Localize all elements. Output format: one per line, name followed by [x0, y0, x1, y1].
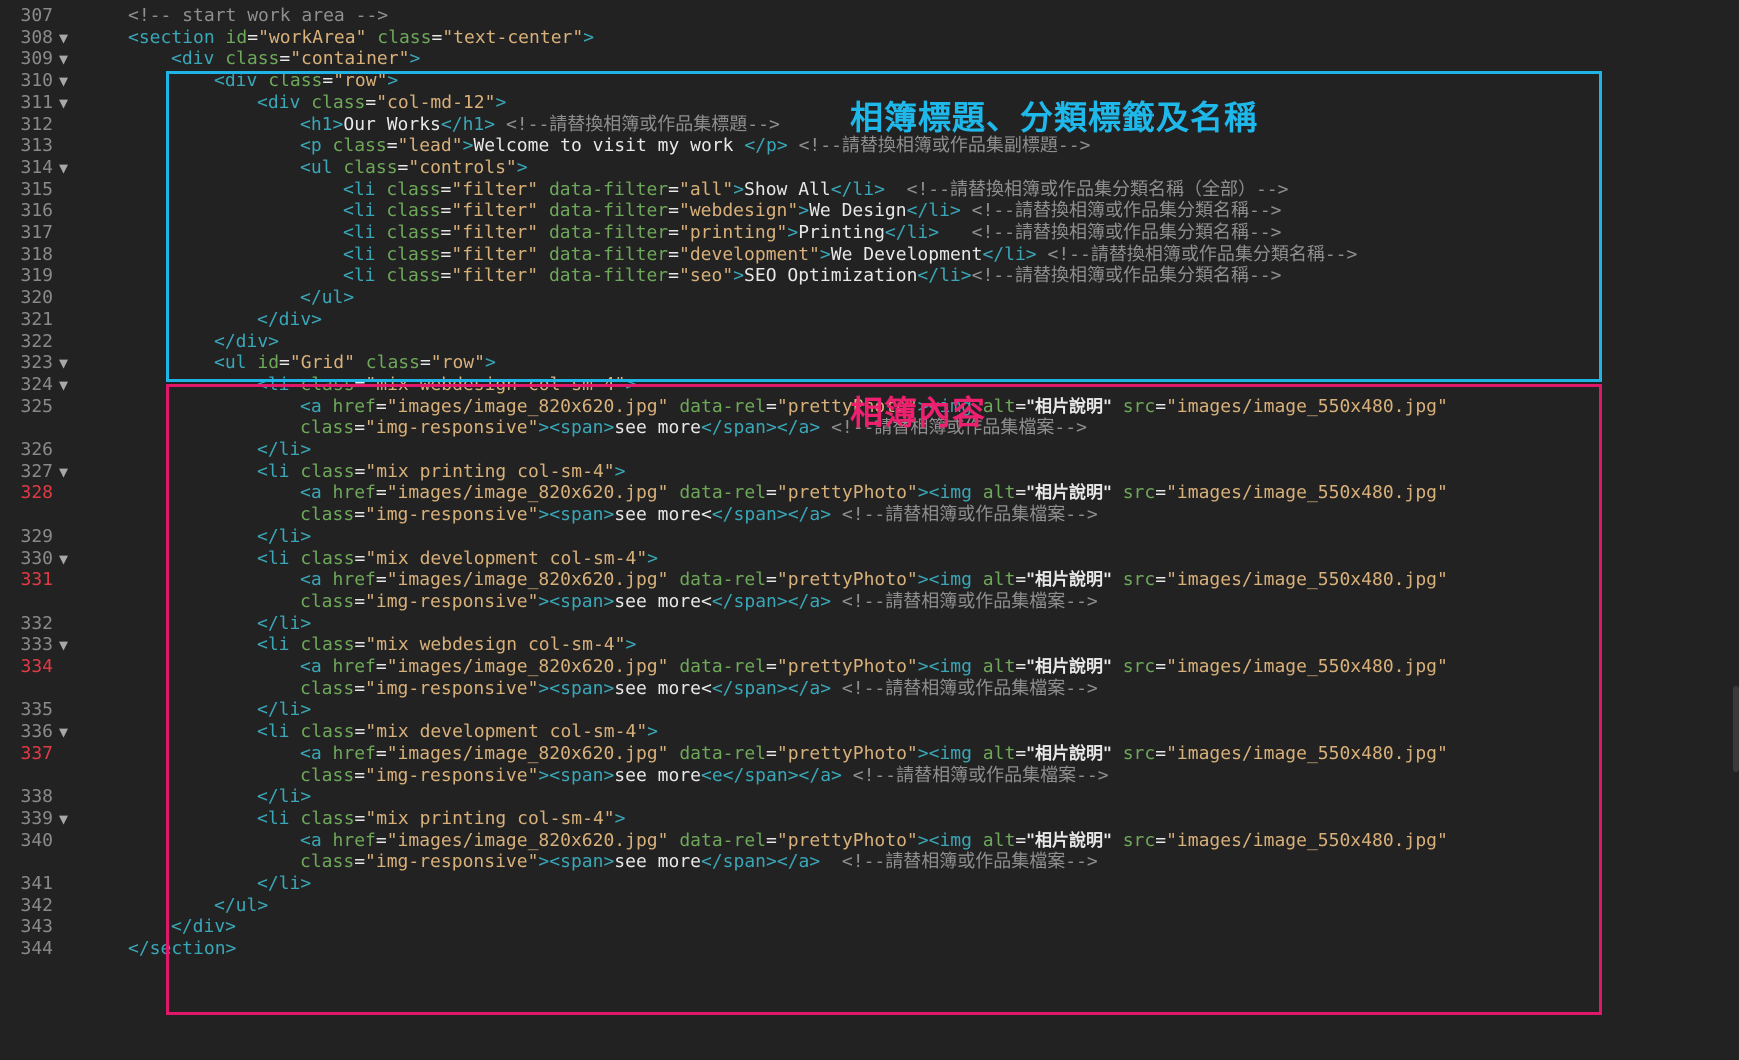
content-section-highlight-box — [166, 384, 1602, 1015]
code-text: <section id="workArea" class="text-cente… — [128, 26, 594, 50]
code-text: <!-- start work area --> — [128, 4, 388, 28]
code-token: = — [247, 26, 259, 48]
line-number: 336 — [20, 721, 53, 743]
line-number: 319 — [20, 265, 53, 287]
line-number: 343 — [20, 916, 53, 938]
line-number: 341 — [20, 873, 53, 894]
fold-arrow-icon[interactable]: ▼ — [59, 633, 68, 657]
line-number: 316 — [20, 200, 53, 222]
fold-arrow-icon[interactable]: ▼ — [59, 547, 68, 571]
line-number: 321 — [20, 308, 53, 330]
line-number: 337 — [20, 742, 53, 764]
fold-arrow-icon[interactable]: ▼ — [59, 373, 68, 397]
line-number: 335 — [20, 699, 53, 721]
code-token: = — [279, 48, 291, 70]
line-number: 344 — [20, 938, 53, 960]
line-number: 320 — [20, 287, 53, 309]
vertical-scrollbar-thumb[interactable] — [1733, 686, 1739, 772]
code-token: > — [583, 26, 595, 48]
code-token: "container" — [290, 48, 410, 70]
fold-arrow-icon[interactable]: ▼ — [59, 47, 68, 71]
line-number: 310 — [20, 70, 53, 92]
fold-arrow-icon[interactable]: ▼ — [59, 807, 68, 831]
line-number: 315 — [20, 178, 53, 200]
code-token: = — [431, 26, 443, 48]
content-section-label: 相簿內容 — [850, 393, 986, 432]
code-token: id — [225, 26, 248, 48]
code-token: <div — [171, 48, 226, 70]
line-number: 330 — [20, 547, 53, 569]
fold-arrow-icon[interactable]: ▼ — [59, 460, 68, 484]
line-number: 329 — [20, 525, 53, 547]
code-editor[interactable]: 307 <!-- start work area --> 308 ▼ <section … — [0, 0, 1739, 1060]
line-number: 307 — [20, 5, 53, 26]
line-number: 334 — [20, 656, 53, 677]
line-number: 323 — [20, 352, 53, 374]
line-number: 338 — [20, 786, 53, 808]
line-number: 311 — [20, 91, 53, 113]
code-token: class — [225, 48, 280, 70]
code-line[interactable]: 307 <!-- start work area --> — [0, 4, 1739, 28]
line-number: 328 — [20, 482, 53, 504]
fold-arrow-icon[interactable]: ▼ — [59, 351, 68, 375]
line-number: 340 — [20, 829, 53, 851]
code-token: "workArea" — [258, 26, 367, 48]
line-number: 332 — [20, 612, 53, 634]
line-number: 339 — [20, 807, 53, 829]
line-number: 317 — [20, 222, 53, 243]
line-number: 308 — [20, 26, 53, 48]
fold-arrow-icon[interactable]: ▼ — [59, 91, 68, 115]
line-number: 324 — [20, 373, 53, 395]
code-token: <!-- start work area --> — [128, 5, 389, 26]
line-number: 333 — [20, 634, 53, 656]
code-line[interactable]: 308 ▼ <section id="workArea" class="text-c… — [0, 26, 1739, 50]
line-number: 309 — [20, 48, 53, 70]
line-number: 318 — [20, 243, 53, 265]
line-number: 331 — [20, 569, 53, 591]
fold-arrow-icon[interactable]: ▼ — [59, 69, 68, 93]
fold-arrow-icon[interactable]: ▼ — [59, 26, 68, 50]
code-text: <div class="container"> — [171, 47, 420, 71]
code-line[interactable]: 309 ▼ <div class="container"> — [0, 47, 1739, 71]
line-number: 326 — [20, 439, 53, 460]
fold-arrow-icon[interactable]: ▼ — [59, 156, 68, 180]
fold-arrow-icon[interactable]: ▼ — [59, 720, 68, 744]
line-number: 322 — [20, 330, 53, 352]
code-token: > — [409, 48, 421, 70]
code-token: <section — [128, 26, 226, 48]
line-number: 342 — [20, 894, 53, 916]
code-token: class — [377, 26, 432, 48]
header-section-label: 相簿標題、分類標籤及名稱 — [850, 98, 1258, 137]
line-number: 314 — [20, 156, 53, 178]
line-number: 327 — [20, 460, 53, 482]
line-number: 312 — [20, 113, 53, 135]
line-number: 325 — [20, 395, 53, 417]
code-token: "text-center" — [442, 26, 584, 48]
line-number: 313 — [20, 135, 53, 157]
